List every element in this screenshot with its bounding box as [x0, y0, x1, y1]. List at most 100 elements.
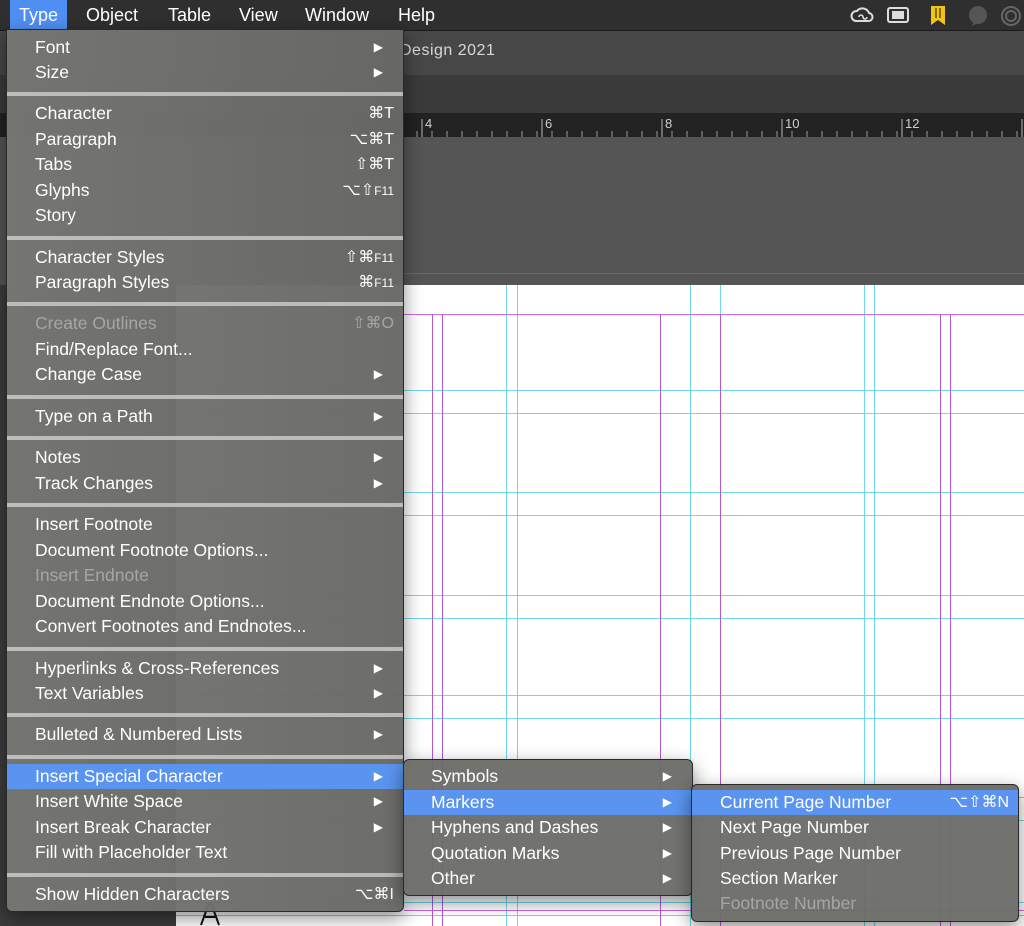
menu-item-label: Hyphens and Dashes: [431, 817, 599, 837]
spiral-icon[interactable]: [1000, 5, 1022, 27]
shortcut-keys: ⇧⌘T: [354, 156, 394, 173]
bookmark-icon[interactable]: [928, 5, 948, 27]
menu-item-document-endnote-options[interactable]: Document Endnote Options...: [7, 589, 403, 614]
menu-item-insert-break-character[interactable]: Insert Break Character ▶: [7, 815, 403, 840]
shortcut-function-key: F11: [374, 276, 394, 290]
menu-item-label: Font: [35, 37, 71, 57]
menu-item-change-case[interactable]: Change Case ▶: [7, 362, 403, 387]
menu-item-insert-footnote[interactable]: Insert Footnote: [7, 512, 403, 537]
menu-separator: [7, 713, 403, 717]
chat-icon[interactable]: [966, 5, 990, 27]
menu-item-label: Next Page Number: [720, 817, 869, 837]
menu-item-story[interactable]: Story: [7, 203, 403, 228]
menu-item-quotation-marks[interactable]: Quotation Marks ▶: [404, 841, 692, 866]
menu-item-insert-white-space[interactable]: Insert White Space ▶: [7, 789, 403, 814]
menu-separator: [7, 503, 403, 507]
menu-item-hyperlinks-cross-references[interactable]: Hyperlinks & Cross-References ▶: [7, 656, 403, 681]
menu-item-label: Notes: [35, 447, 81, 467]
menu-item-text-variables[interactable]: Text Variables ▶: [7, 681, 403, 706]
menu-item-symbols[interactable]: Symbols ▶: [404, 764, 692, 789]
menu-item-section-marker[interactable]: Section Marker: [692, 866, 1018, 891]
menu-separator: [7, 647, 403, 651]
menu-item-insert-endnote: Insert Endnote: [7, 563, 403, 588]
menubar-object[interactable]: Object: [77, 0, 147, 30]
menu-item-type-on-a-path[interactable]: Type on a Path ▶: [7, 404, 403, 429]
submenu-arrow-icon: ▶: [373, 40, 383, 54]
menu-item-document-footnote-options[interactable]: Document Footnote Options...: [7, 538, 403, 563]
menu-item-shortcut: ⌥⇧⌘N: [950, 790, 1009, 815]
menu-item-glyphs[interactable]: Glyphs ⌥⇧F11: [7, 178, 403, 203]
menu-item-label: Paragraph: [35, 129, 117, 149]
submenu-arrow-icon: ▶: [373, 476, 383, 490]
menu-item-footnote-number: Footnote Number: [692, 891, 1018, 916]
menu-item-other[interactable]: Other ▶: [404, 866, 692, 891]
ruler-number: 6: [545, 116, 553, 131]
menu-item-character-styles[interactable]: Character Styles ⇧⌘F11: [7, 245, 403, 270]
menu-item-notes[interactable]: Notes ▶: [7, 445, 403, 470]
menu-item-label: Paragraph Styles: [35, 272, 170, 292]
menu-item-previous-page-number[interactable]: Previous Page Number: [692, 841, 1018, 866]
menu-item-label: Previous Page Number: [720, 843, 901, 863]
menu-item-label: Insert Footnote: [35, 514, 153, 534]
menu-item-shortcut: ⌘T: [368, 101, 394, 126]
menubar-type[interactable]: Type: [10, 0, 68, 30]
menu-item-label: Bulleted & Numbered Lists: [35, 724, 243, 744]
menu-item-label: Text Variables: [35, 683, 144, 703]
menu-item-label: Document Footnote Options...: [35, 540, 269, 560]
menu-item-next-page-number[interactable]: Next Page Number: [692, 815, 1018, 840]
menu-item-character[interactable]: Character ⌘T: [7, 101, 403, 126]
shortcut-keys: ⇧⌘: [344, 249, 375, 266]
shortcut-keys: ⌥⌘I: [355, 886, 394, 903]
menu-separator: [7, 436, 403, 440]
submenu-arrow-icon: ▶: [373, 794, 383, 808]
shortcut-keys: ⌥⇧: [342, 182, 375, 199]
menubar-table[interactable]: Table: [159, 0, 220, 30]
menu-item-track-changes[interactable]: Track Changes ▶: [7, 471, 403, 496]
menu-item-fill-with-placeholder-text[interactable]: Fill with Placeholder Text: [7, 840, 403, 865]
menu-item-show-hidden-characters[interactable]: Show Hidden Characters ⌥⌘I: [7, 882, 403, 907]
menu-item-shortcut: ⌥⌘I: [355, 882, 394, 907]
menu-separator: [7, 873, 403, 877]
menu-item-label: Fill with Placeholder Text: [35, 842, 228, 862]
submenu-arrow-icon: ▶: [373, 661, 383, 675]
menu-item-shortcut: ⌥⇧F11: [342, 178, 394, 204]
menubar-help[interactable]: Help: [389, 0, 444, 30]
menu-item-paragraph[interactable]: Paragraph ⌥⌘T: [7, 127, 403, 152]
menu-item-label: Show Hidden Characters: [35, 884, 230, 904]
menu-item-current-page-number[interactable]: Current Page Number ⌥⇧⌘N: [692, 790, 1018, 815]
menu-item-label: Symbols: [431, 766, 499, 786]
submenu-arrow-icon: ▶: [662, 846, 672, 860]
menu-item-size[interactable]: Size ▶: [7, 60, 403, 85]
menu-item-label: Change Case: [35, 364, 143, 384]
menu-item-label: Document Endnote Options...: [35, 591, 265, 611]
creative-cloud-icon[interactable]: [848, 5, 876, 25]
menubar-window[interactable]: Window: [296, 0, 378, 30]
display-icon[interactable]: [886, 5, 910, 25]
menu-item-insert-special-character[interactable]: Insert Special Character ▶: [7, 764, 403, 789]
menu-item-label: Convert Footnotes and Endnotes...: [35, 616, 307, 636]
menu-item-label: Insert White Space: [35, 791, 183, 811]
submenu-arrow-icon: ▶: [373, 769, 383, 783]
menu-item-label: Glyphs: [35, 180, 90, 200]
menu-separator: [7, 302, 403, 306]
menu-item-paragraph-styles[interactable]: Paragraph Styles ⌘F11: [7, 270, 403, 295]
menu-item-font[interactable]: Font ▶: [7, 35, 403, 60]
submenu-arrow-icon: ▶: [373, 820, 383, 834]
menu-item-bulleted-numbered-lists[interactable]: Bulleted & Numbered Lists ▶: [7, 722, 403, 747]
menu-item-label: Size: [35, 62, 70, 82]
menu-item-find-replace-font[interactable]: Find/Replace Font...: [7, 337, 403, 362]
menu-item-label: Current Page Number: [720, 792, 892, 812]
menu-item-tabs[interactable]: Tabs ⇧⌘T: [7, 152, 403, 177]
shortcut-keys: ⌥⌘T: [349, 131, 394, 148]
submenu-arrow-icon: ▶: [662, 769, 672, 783]
menu-item-hyphens-and-dashes[interactable]: Hyphens and Dashes ▶: [404, 815, 692, 840]
menubar-view[interactable]: View: [230, 0, 287, 30]
menu-item-convert-footnotes-and-endnotes[interactable]: Convert Footnotes and Endnotes...: [7, 614, 403, 639]
menu-item-markers[interactable]: Markers ▶: [404, 790, 692, 815]
menu-item-label: Track Changes: [35, 473, 154, 493]
menu-item-shortcut: ⇧⌘F11: [345, 245, 394, 271]
menu-item-label: Section Marker: [720, 868, 838, 888]
shortcut-function-key: F11: [374, 251, 394, 265]
submenu-arrow-icon: ▶: [373, 367, 383, 381]
markers-submenu: Current Page Number ⌥⇧⌘N Next Page Number P…: [691, 784, 1019, 922]
